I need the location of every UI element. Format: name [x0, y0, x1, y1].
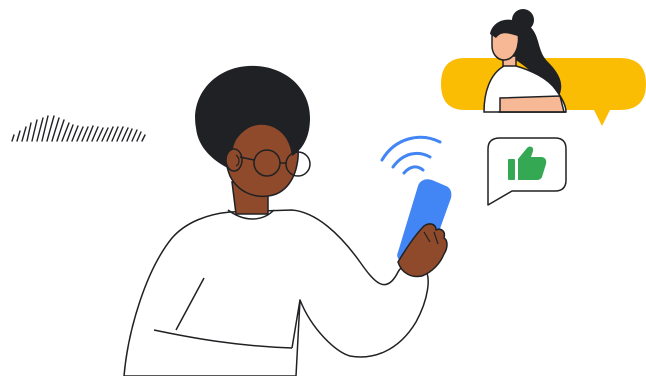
sound-wave-icon	[11, 115, 146, 142]
man-figure	[123, 65, 429, 376]
wifi-icon	[380, 135, 442, 175]
illustration-scene	[11, 9, 646, 376]
